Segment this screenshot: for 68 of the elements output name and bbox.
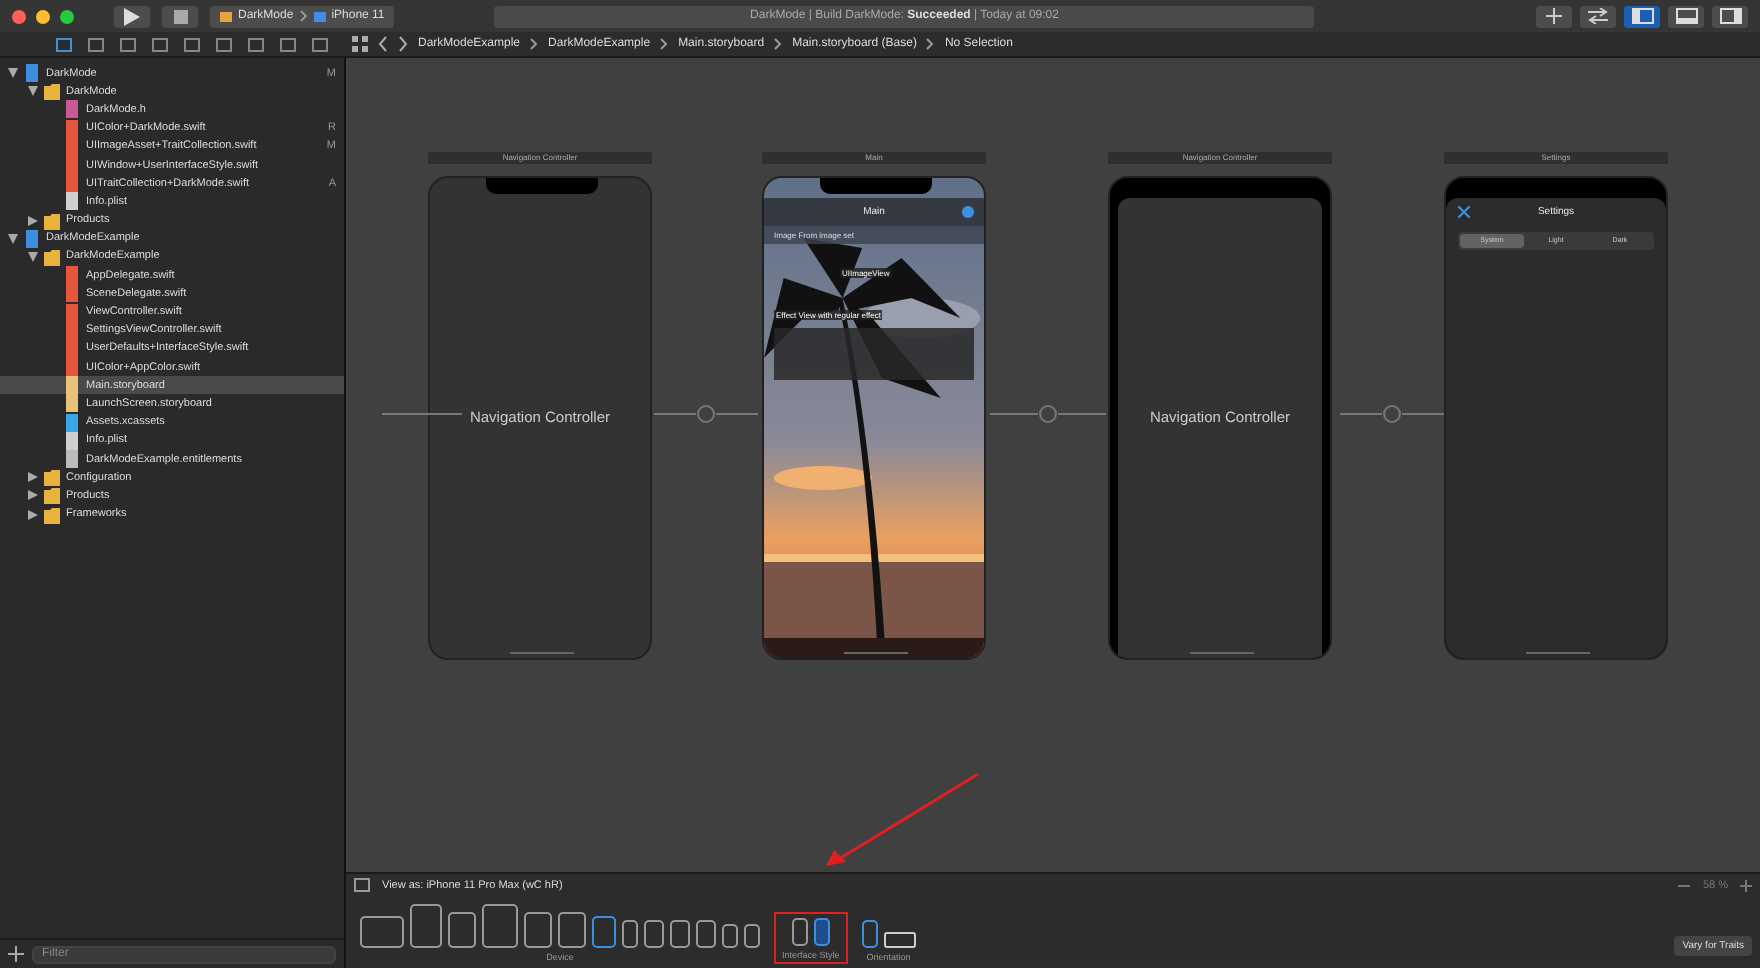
forward-button[interactable] (398, 36, 408, 52)
minimize-button[interactable] (36, 9, 50, 23)
stop-button[interactable] (162, 5, 198, 27)
device-icon[interactable] (524, 912, 552, 948)
light-style-icon[interactable] (791, 918, 808, 946)
segue-arrow (1340, 404, 1444, 424)
add-button[interactable] (1536, 5, 1572, 27)
panel-toggle[interactable] (1668, 5, 1704, 27)
landscape-icon[interactable] (883, 932, 916, 948)
disclosure-icon[interactable] (8, 68, 18, 79)
panel-icon (1719, 8, 1741, 24)
panel-icon[interactable] (354, 878, 370, 892)
device-icon[interactable] (410, 904, 442, 948)
disclosure-icon[interactable] (28, 86, 38, 97)
zoom-out-button[interactable] (1678, 879, 1691, 891)
segue-arrow (654, 404, 758, 424)
device-icon[interactable] (722, 924, 738, 948)
play-icon (124, 7, 140, 25)
add-icon[interactable] (8, 946, 24, 962)
device-icon[interactable] (360, 916, 404, 948)
chevron-icon (530, 38, 539, 50)
chevron-icon (660, 38, 669, 50)
device-icon[interactable] (622, 920, 638, 948)
chevron-icon (774, 38, 783, 50)
review-button[interactable] (1580, 5, 1616, 27)
plus-icon (1546, 8, 1562, 24)
segue-arrow (990, 404, 1106, 424)
run-button[interactable] (114, 5, 150, 27)
home-indicator (1526, 652, 1590, 654)
device-icon[interactable] (482, 904, 518, 948)
zoom-button[interactable] (60, 9, 74, 23)
disclosure-icon[interactable] (28, 251, 38, 262)
panel-toggle[interactable] (1712, 5, 1748, 27)
disclosure-icon[interactable] (28, 490, 38, 501)
disclosure-icon[interactable] (28, 509, 38, 520)
device-icon[interactable] (670, 920, 690, 948)
device-icon[interactable] (644, 920, 664, 948)
button-icon (962, 206, 974, 218)
portrait-icon[interactable] (861, 920, 878, 948)
file-icon (24, 229, 40, 248)
arrows-icon (1588, 8, 1608, 24)
disclosure-icon[interactable] (28, 472, 38, 483)
device-icon[interactable] (696, 920, 716, 948)
zoom-in-button[interactable] (1740, 879, 1752, 891)
chevron-icon (926, 38, 935, 50)
back-button[interactable] (378, 36, 388, 52)
disclosure-icon[interactable] (8, 233, 18, 244)
panel-icon (1631, 8, 1653, 24)
close-button[interactable] (12, 9, 26, 23)
home-indicator (1190, 652, 1254, 654)
file-icon (24, 64, 40, 83)
stop-icon (173, 9, 187, 23)
panel-icon (1675, 8, 1697, 24)
folder-icon (44, 82, 60, 101)
disclosure-icon[interactable] (28, 215, 38, 226)
close-icon[interactable] (1458, 206, 1470, 218)
dark-style-icon[interactable] (813, 918, 830, 946)
chevron-icon (299, 10, 308, 22)
device-icon[interactable] (448, 912, 476, 948)
home-indicator (844, 652, 908, 654)
device-icon[interactable] (558, 912, 586, 948)
device-icon[interactable] (592, 916, 616, 948)
notch (486, 178, 598, 194)
panel-toggle[interactable] (1624, 5, 1660, 27)
home-indicator (510, 652, 574, 654)
grid-icon[interactable] (352, 36, 368, 52)
notch (820, 178, 932, 194)
device-icon[interactable] (744, 924, 760, 948)
